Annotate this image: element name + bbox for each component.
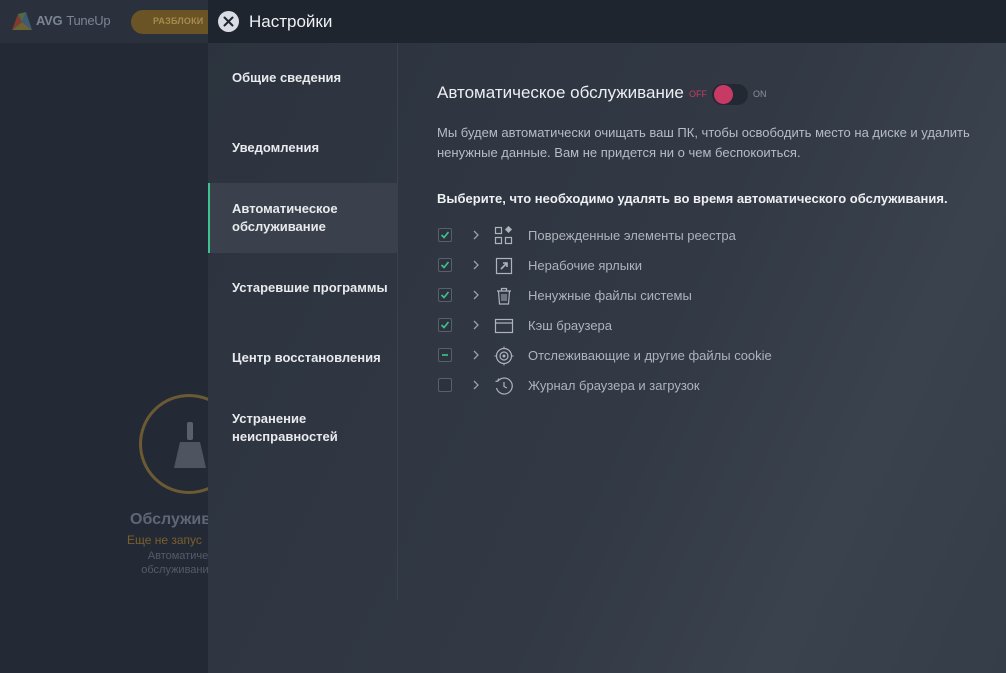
background-app-viewport: AVG TuneUp РАЗБЛОКИ Обслужив Еще не запус… bbox=[0, 0, 208, 673]
choose-items-label: Выберите, что необходимо удалять во врем… bbox=[437, 191, 948, 206]
checkbox-registry[interactable] bbox=[438, 228, 452, 242]
chevron-right-icon[interactable] bbox=[470, 287, 482, 303]
list-item-label[interactable]: Нерабочие ярлыки bbox=[528, 258, 642, 273]
tracking-target-icon bbox=[494, 346, 514, 366]
close-icon bbox=[223, 16, 234, 27]
list-item-registry: Поврежденные элементы реестра bbox=[437, 221, 997, 251]
checkmark-icon bbox=[440, 261, 450, 269]
broom-icon bbox=[174, 422, 206, 468]
list-item-label[interactable]: Журнал браузера и загрузок bbox=[528, 378, 700, 393]
close-button[interactable] bbox=[218, 11, 239, 32]
history-clock-icon bbox=[495, 377, 513, 395]
chevron-right-icon[interactable] bbox=[470, 257, 482, 273]
nav-item-label: Автоматическое обслуживание bbox=[232, 201, 338, 234]
nav-item-label: Уведомления bbox=[232, 140, 320, 155]
list-item-label[interactable]: Кэш браузера bbox=[528, 318, 612, 333]
background-unlock-button: РАЗБЛОКИ bbox=[131, 10, 208, 34]
settings-nav: Общие сведения Уведомления Автоматическо… bbox=[208, 43, 398, 600]
background-logo-text: AVG TuneUp bbox=[36, 13, 111, 28]
list-item-shortcuts: Нерабочие ярлыки bbox=[437, 251, 997, 281]
nav-item-outdated-programs[interactable]: Устаревшие программы bbox=[208, 253, 397, 323]
settings-panel: Настройки Общие сведения Уведомления Авт… bbox=[208, 0, 1006, 673]
browser-window-icon bbox=[494, 318, 514, 334]
list-item-label[interactable]: Поврежденные элементы реестра bbox=[528, 228, 736, 243]
registry-icon bbox=[494, 226, 513, 245]
background-status-title: Обслужив bbox=[130, 511, 208, 528]
section-description: Мы будем автоматически очищать ваш ПК, ч… bbox=[437, 125, 970, 160]
avg-logo-icon bbox=[12, 12, 32, 30]
background-logo-product: TuneUp bbox=[66, 13, 111, 28]
nav-item-troubleshooting[interactable]: Устранение неисправностей bbox=[208, 393, 397, 463]
chevron-right-icon[interactable] bbox=[470, 347, 482, 363]
list-item-browser-cache: Кэш браузера bbox=[437, 311, 997, 341]
shortcut-icon bbox=[495, 257, 513, 275]
chevron-right-icon[interactable] bbox=[470, 377, 482, 393]
nav-item-auto-maintenance[interactable]: Автоматическое обслуживание bbox=[208, 183, 397, 253]
nav-item-label: Центр восстановления bbox=[232, 350, 381, 365]
background-app: AVG TuneUp РАЗБЛОКИ Обслужив Еще не запус… bbox=[0, 0, 208, 673]
trash-icon bbox=[497, 287, 511, 305]
nav-item-label: Устаревшие программы bbox=[232, 280, 388, 295]
background-unlock-label: РАЗБЛОКИ bbox=[153, 16, 204, 26]
nav-item-label: Общие сведения bbox=[232, 70, 342, 85]
background-status-description: Автоматиче обслуживание bbox=[141, 550, 208, 576]
toggle-knob bbox=[714, 85, 733, 104]
toggle-off-label: OFF bbox=[689, 89, 707, 99]
checkmark-icon bbox=[440, 321, 450, 329]
nav-item-rescue-center[interactable]: Центр восстановления bbox=[208, 323, 397, 393]
settings-header: Настройки bbox=[208, 0, 1006, 43]
checkmark-icon bbox=[440, 231, 450, 239]
list-item-tracking-cookies: Отслеживающие и другие файлы cookie bbox=[437, 341, 997, 371]
checkbox-system-junk[interactable] bbox=[438, 288, 452, 302]
checkbox-shortcuts[interactable] bbox=[438, 258, 452, 272]
checkmark-icon bbox=[440, 291, 450, 299]
nav-item-notifications[interactable]: Уведомления bbox=[208, 113, 397, 183]
page-title: Настройки bbox=[249, 12, 333, 31]
checkbox-browser-cache[interactable] bbox=[438, 318, 452, 332]
toggle-on-label: ON bbox=[753, 89, 767, 99]
nav-item-general[interactable]: Общие сведения bbox=[208, 43, 397, 113]
background-status-subtitle: Еще не запус bbox=[127, 533, 202, 547]
indeterminate-icon bbox=[442, 354, 448, 356]
nav-item-label: Устранение неисправностей bbox=[232, 411, 338, 444]
list-item-label[interactable]: Отслеживающие и другие файлы cookie bbox=[528, 348, 772, 363]
chevron-right-icon[interactable] bbox=[470, 227, 482, 243]
auto-maintenance-toggle[interactable] bbox=[712, 84, 748, 105]
section-heading: Автоматическое обслуживание bbox=[437, 83, 684, 102]
list-item-browser-history: Журнал браузера и загрузок bbox=[437, 371, 997, 401]
list-item-label[interactable]: Ненужные файлы системы bbox=[528, 288, 692, 303]
chevron-right-icon[interactable] bbox=[470, 317, 482, 333]
background-logo-avg: AVG bbox=[36, 13, 63, 28]
checkbox-browser-history[interactable] bbox=[438, 378, 452, 392]
checkbox-tracking-cookies[interactable] bbox=[438, 348, 452, 362]
list-item-system-junk: Ненужные файлы системы bbox=[437, 281, 997, 311]
